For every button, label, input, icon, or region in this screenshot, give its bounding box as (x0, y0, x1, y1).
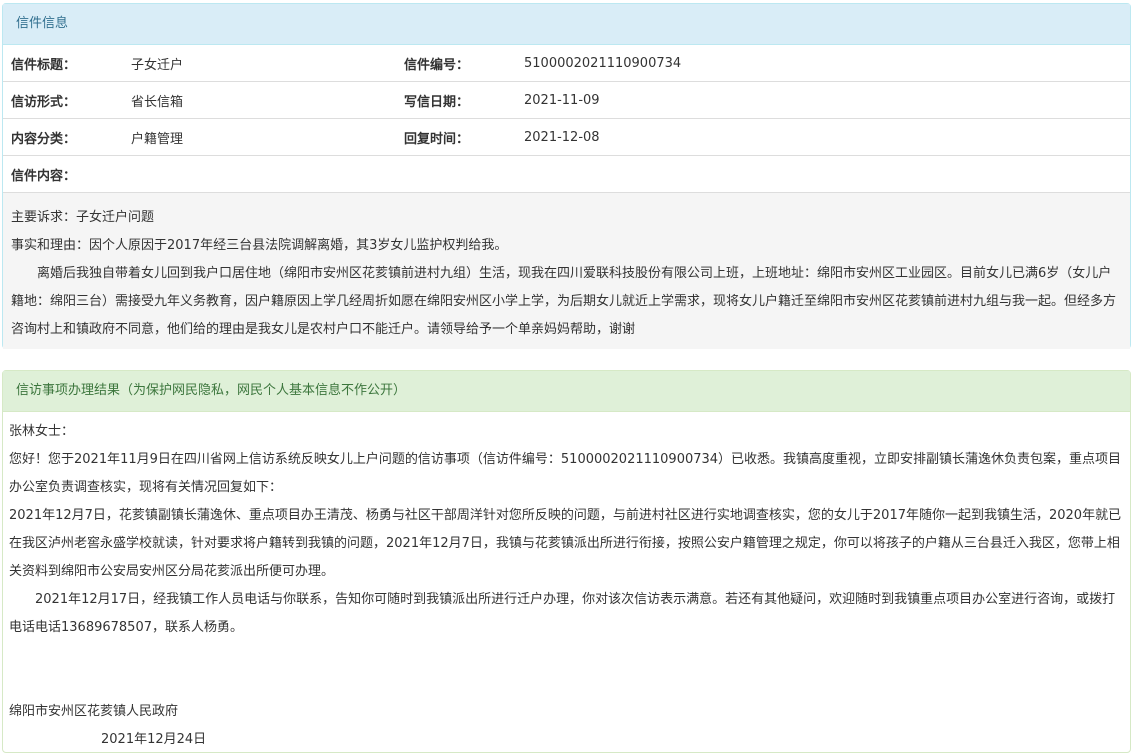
content-paragraph: 事实和理由：因个人原因于2017年经三台县法院调解离婚，其3岁女儿监护权判给我。 (11, 238, 508, 253)
info-row-form: 信访形式： 省长信箱 写信日期： 2021-11-09 (3, 81, 1130, 119)
category-value: 户籍管理 (123, 118, 396, 156)
content-paragraph: 主要诉求：子女迁户问题 (11, 210, 155, 225)
result-content: 张林女士： 您好！您于2021年11月9日在四川省网上信访系统反映女儿上户问题的… (3, 412, 1130, 754)
letter-title-value: 子女迁户 (123, 45, 396, 82)
letter-content: 主要诉求：子女迁户问题 事实和理由：因个人原因于2017年经三台县法院调解离婚，… (3, 193, 1130, 349)
result-salutation: 张林女士： (9, 424, 75, 439)
letter-info-panel: 信件信息 信件标题： 子女迁户 信件编号： 510000202111090073… (2, 3, 1131, 349)
result-header: 信访事项办理结果（为保护网民隐私，网民个人基本信息不作公开） (3, 371, 1130, 412)
reply-time-label: 回复时间： (396, 118, 516, 156)
info-row-title: 信件标题： 子女迁户 信件编号： 5100002021110900734 (3, 45, 1130, 82)
write-date-label: 写信日期： (396, 81, 516, 119)
letter-number-label: 信件编号： (396, 45, 516, 82)
letter-number-value: 5100002021110900734 (516, 45, 1130, 82)
result-panel: 信访事项办理结果（为保护网民隐私，网民个人基本信息不作公开） 张林女士： 您好！… (2, 370, 1131, 753)
category-label: 内容分类： (3, 118, 123, 156)
info-row-content: 信件内容： (3, 155, 1130, 193)
letter-form-value: 省长信箱 (123, 81, 396, 119)
reply-time-value: 2021-12-08 (516, 118, 1130, 156)
content-paragraph: 离婚后我独自带着女儿回到我户口居住地（绵阳市安州区花荄镇前进村九组）生活，现我在… (11, 266, 1117, 337)
result-paragraph: 2021年12月17日，经我镇工作人员电话与你联系，告知你可随时到我镇派出所进行… (9, 592, 1116, 635)
letter-info-header: 信件信息 (3, 4, 1130, 45)
info-row-category: 内容分类： 户籍管理 回复时间： 2021-12-08 (3, 118, 1130, 156)
letter-info-table: 信件标题： 子女迁户 信件编号： 5100002021110900734 信访形… (3, 45, 1130, 193)
letter-title-label: 信件标题： (3, 45, 123, 82)
letter-form-label: 信访形式： (3, 81, 123, 119)
result-paragraph: 您好！您于2021年11月9日在四川省网上信访系统反映女儿上户问题的信访事项（信… (9, 452, 1122, 495)
content-label: 信件内容： (3, 155, 123, 193)
write-date-value: 2021-11-09 (516, 81, 1130, 119)
result-date: 2021年12月24日 (101, 732, 207, 747)
result-paragraph: 2021年12月7日，花荄镇副镇长蒲逸休、重点项目办王清茂、杨勇与社区干部周洋针… (9, 508, 1122, 579)
result-signature: 绵阳市安州区花荄镇人民政府 (9, 704, 179, 719)
